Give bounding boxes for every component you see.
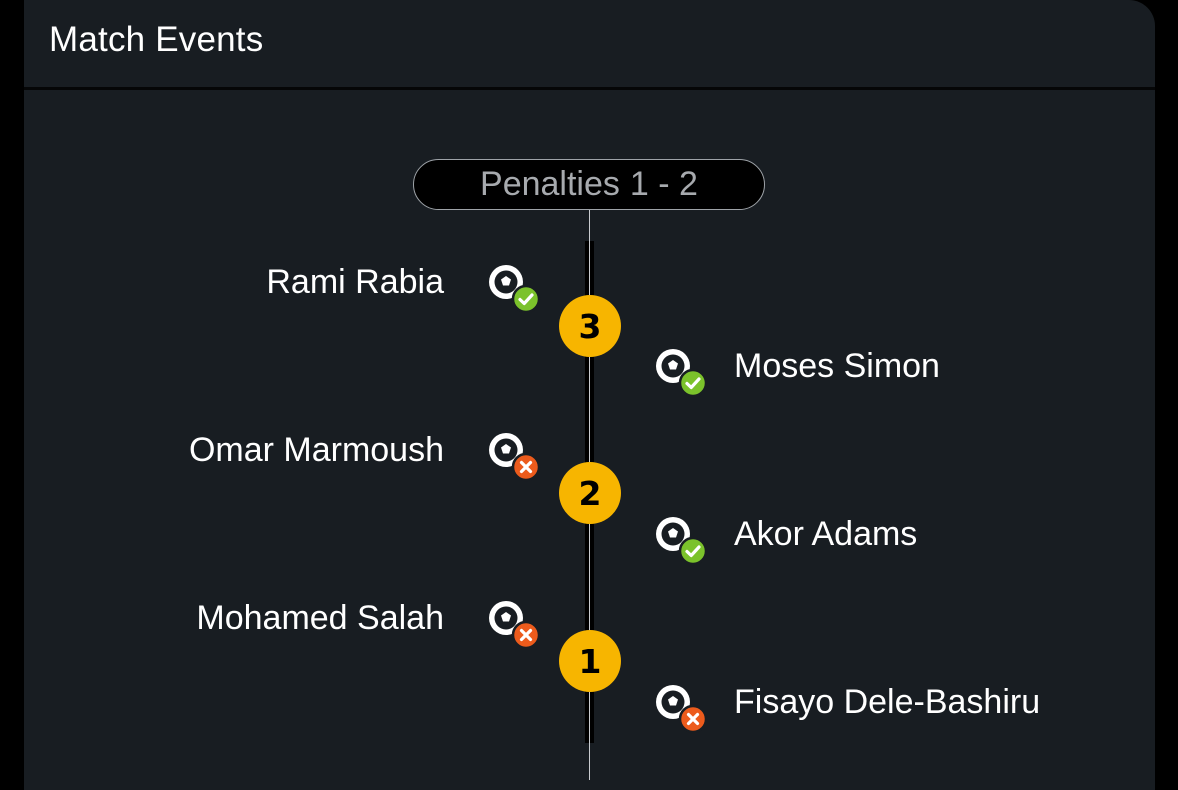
player-name: Moses Simon	[734, 347, 940, 385]
card-header: Match Events	[24, 0, 1155, 90]
penalty-event-left[interactable]: Mohamed Salah	[144, 599, 444, 659]
penalty-scored-icon	[656, 349, 708, 398]
penalty-event-left[interactable]: Omar Marmoush	[144, 431, 444, 491]
penalty-event-right[interactable]: Moses Simon	[734, 347, 1134, 407]
penalty-missed-icon	[489, 601, 541, 650]
round-badge: 3	[559, 295, 621, 357]
penalty-scored-icon	[656, 517, 708, 566]
penalty-missed-icon	[489, 433, 541, 482]
player-name: Mohamed Salah	[196, 599, 444, 637]
penalty-scored-icon	[489, 265, 541, 314]
player-name: Fisayo Dele-Bashiru	[734, 683, 1041, 721]
penalty-event-left[interactable]: Rami Rabia	[144, 263, 444, 323]
round-badge: 1	[559, 630, 621, 692]
player-name: Omar Marmoush	[188, 431, 444, 469]
penalty-missed-icon	[656, 685, 708, 734]
player-name: Akor Adams	[734, 515, 918, 553]
penalty-event-right[interactable]: Fisayo Dele-Bashiru	[734, 683, 1134, 743]
penalties-label: Penalties	[480, 165, 620, 203]
penalty-event-right[interactable]: Akor Adams	[734, 515, 1134, 575]
penalties-score-pill: Penalties 1 - 2	[413, 159, 765, 210]
player-name: Rami Rabia	[266, 263, 444, 301]
round-badge: 2	[559, 462, 621, 524]
penalties-score: 1 - 2	[629, 165, 698, 203]
card-title: Match Events	[49, 20, 264, 59]
match-events-card: Match Events Penalties 1 - 2 Rami Rabia …	[24, 0, 1155, 790]
